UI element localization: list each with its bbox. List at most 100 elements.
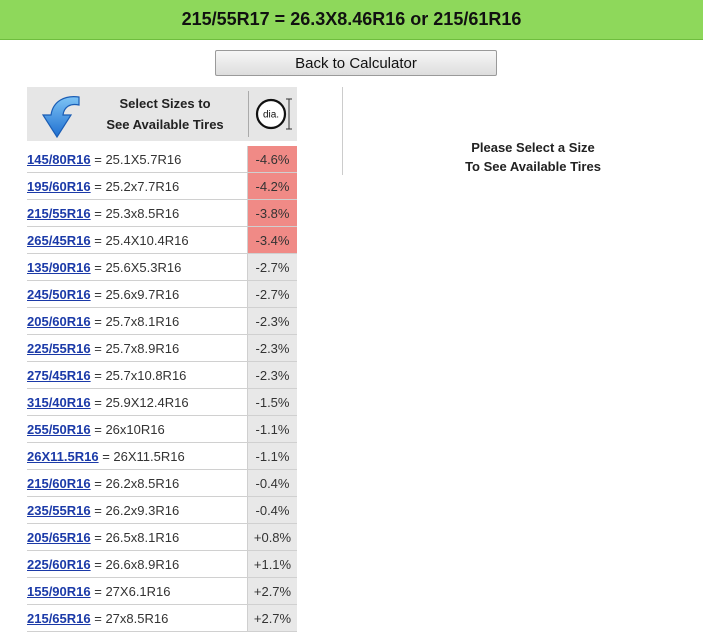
size-dimensions: = 25.6x9.7R16 — [94, 286, 180, 302]
table-row[interactable]: 205/65R16 = 26.5x8.1R16 +0.8% — [27, 523, 297, 551]
page-title-bar: 215/55R17 = 26.3X8.46R16 or 215/61R16 — [0, 0, 703, 40]
table-row[interactable]: 155/90R16 = 27X6.1R16 +2.7% — [27, 577, 297, 605]
size-cell: 135/90R16 = 25.6X5.3R16 — [27, 253, 248, 281]
table-row[interactable]: 225/60R16 = 26.6x8.9R16 +1.1% — [27, 550, 297, 578]
table-row[interactable]: 275/45R16 = 25.7x10.8R16 -2.3% — [27, 361, 297, 389]
tire-size-link[interactable]: 245/50R16 — [27, 287, 91, 302]
back-to-calculator-button[interactable]: Back to Calculator — [215, 50, 497, 76]
size-dimensions: = 26.2x9.3R16 — [94, 502, 180, 518]
size-cell: 225/60R16 = 26.6x8.9R16 — [27, 550, 248, 578]
size-cell: 205/60R16 = 25.7x8.1R16 — [27, 307, 248, 335]
tire-size-link[interactable]: 315/40R16 — [27, 395, 91, 410]
diameter-difference: -1.1% — [247, 442, 297, 470]
size-cell: 265/45R16 = 25.4X10.4R16 — [27, 226, 248, 254]
size-dimensions: = 25.7x10.8R16 — [94, 367, 187, 383]
size-dimensions: = 25.2x7.7R16 — [94, 178, 180, 194]
size-cell: 215/55R16 = 25.3x8.5R16 — [27, 199, 248, 227]
diameter-difference: -2.3% — [247, 307, 297, 335]
size-dimensions: = 26x10R16 — [94, 421, 165, 437]
tire-size-link[interactable]: 145/80R16 — [27, 152, 91, 167]
size-cell: 215/65R16 = 27x8.5R16 — [27, 604, 248, 632]
diameter-difference: -3.8% — [247, 199, 297, 227]
table-row[interactable]: 235/55R16 = 26.2x9.3R16 -0.4% — [27, 496, 297, 524]
table-row[interactable]: 135/90R16 = 25.6X5.3R16 -2.7% — [27, 253, 297, 281]
table-row[interactable]: 215/65R16 = 27x8.5R16 +2.7% — [27, 604, 297, 632]
header-line-1: Select Sizes to — [119, 96, 211, 111]
size-cell: 255/50R16 = 26x10R16 — [27, 415, 248, 443]
tire-size-link[interactable]: 225/55R16 — [27, 341, 91, 356]
size-cell: 275/45R16 = 25.7x10.8R16 — [27, 361, 248, 389]
diameter-difference: -2.3% — [247, 361, 297, 389]
diameter-difference: -2.3% — [247, 334, 297, 362]
size-dimensions: = 25.1X5.7R16 — [94, 151, 182, 167]
size-dimensions: = 26.2x8.5R16 — [94, 475, 180, 491]
tire-size-table: 145/80R16 = 25.1X5.7R16 -4.6% 195/60R16 = … — [27, 146, 297, 632]
size-cell: 26X11.5R16 = 26X11.5R16 — [27, 442, 248, 470]
table-row[interactable]: 265/45R16 = 25.4X10.4R16 -3.4% — [27, 226, 297, 254]
size-cell: 155/90R16 = 27X6.1R16 — [27, 577, 248, 605]
diameter-difference: -4.2% — [247, 172, 297, 200]
size-cell: 315/40R16 = 25.9X12.4R16 — [27, 388, 248, 416]
diameter-difference: +2.7% — [247, 577, 297, 605]
table-row[interactable]: 315/40R16 = 25.9X12.4R16 -1.5% — [27, 388, 297, 416]
diameter-difference: -4.6% — [247, 146, 297, 173]
tire-size-link[interactable]: 215/60R16 — [27, 476, 91, 491]
panel-divider — [342, 87, 343, 175]
tire-size-link[interactable]: 225/60R16 — [27, 557, 91, 572]
table-row[interactable]: 225/55R16 = 25.7x8.9R16 -2.3% — [27, 334, 297, 362]
select-sizes-title: Select Sizes to See Available Tires — [91, 93, 239, 135]
tire-size-link[interactable]: 215/65R16 — [27, 611, 91, 626]
header-divider — [248, 91, 249, 137]
size-dimensions: = 25.6X5.3R16 — [94, 259, 182, 275]
tire-size-link[interactable]: 255/50R16 — [27, 422, 91, 437]
size-list-header: Select Sizes to See Available Tires dia. — [27, 87, 297, 141]
table-row[interactable]: 245/50R16 = 25.6x9.7R16 -2.7% — [27, 280, 297, 308]
table-row[interactable]: 215/60R16 = 26.2x8.5R16 -0.4% — [27, 469, 297, 497]
size-dimensions: = 25.7x8.1R16 — [94, 313, 180, 329]
diameter-difference: -1.5% — [247, 388, 297, 416]
tire-size-link[interactable]: 265/45R16 — [27, 233, 91, 248]
size-cell: 145/80R16 = 25.1X5.7R16 — [27, 146, 248, 173]
size-cell: 205/65R16 = 26.5x8.1R16 — [27, 523, 248, 551]
diameter-difference: -2.7% — [247, 280, 297, 308]
tire-size-link[interactable]: 215/55R16 — [27, 206, 91, 221]
size-dimensions: = 25.7x8.9R16 — [94, 340, 180, 356]
size-cell: 195/60R16 = 25.2x7.7R16 — [27, 172, 248, 200]
size-dimensions: = 25.4X10.4R16 — [94, 232, 189, 248]
tire-size-link[interactable]: 26X11.5R16 — [27, 449, 99, 464]
diameter-difference: -0.4% — [247, 496, 297, 524]
diameter-difference: -1.1% — [247, 415, 297, 443]
tire-size-link[interactable]: 205/60R16 — [27, 314, 91, 329]
tire-size-link[interactable]: 135/90R16 — [27, 260, 91, 275]
diameter-difference: +2.7% — [247, 604, 297, 632]
select-size-message: Please Select a Size To See Available Ti… — [443, 138, 623, 176]
size-dimensions: = 27X6.1R16 — [94, 583, 171, 599]
size-cell: 225/55R16 = 25.7x8.9R16 — [27, 334, 248, 362]
table-row[interactable]: 255/50R16 = 26x10R16 -1.1% — [27, 415, 297, 443]
table-row[interactable]: 195/60R16 = 25.2x7.7R16 -4.2% — [27, 172, 297, 200]
size-dimensions: = 26.6x8.9R16 — [94, 556, 180, 572]
header-line-2: See Available Tires — [106, 117, 224, 132]
size-cell: 215/60R16 = 26.2x8.5R16 — [27, 469, 248, 497]
tire-size-link[interactable]: 195/60R16 — [27, 179, 91, 194]
tire-size-link[interactable]: 235/55R16 — [27, 503, 91, 518]
size-dimensions: = 27x8.5R16 — [94, 610, 169, 626]
curved-arrow-down-icon — [41, 96, 80, 139]
size-cell: 245/50R16 = 25.6x9.7R16 — [27, 280, 248, 308]
diameter-icon[interactable]: dia. — [255, 96, 293, 132]
table-row[interactable]: 145/80R16 = 25.1X5.7R16 -4.6% — [27, 146, 297, 173]
page-title: 215/55R17 = 26.3X8.46R16 or 215/61R16 — [181, 9, 522, 29]
size-dimensions: = 26X11.5R16 — [102, 448, 185, 464]
dia-label: dia. — [263, 110, 279, 121]
table-row[interactable]: 215/55R16 = 25.3x8.5R16 -3.8% — [27, 199, 297, 227]
message-line-1: Please Select a Size — [471, 140, 595, 155]
tire-size-link[interactable]: 155/90R16 — [27, 584, 91, 599]
message-line-2: To See Available Tires — [465, 159, 601, 174]
tire-size-link[interactable]: 205/65R16 — [27, 530, 91, 545]
table-row[interactable]: 26X11.5R16 = 26X11.5R16 -1.1% — [27, 442, 297, 470]
tire-size-link[interactable]: 275/45R16 — [27, 368, 91, 383]
size-dimensions: = 26.5x8.1R16 — [94, 529, 180, 545]
table-row[interactable]: 205/60R16 = 25.7x8.1R16 -2.3% — [27, 307, 297, 335]
diameter-difference: -0.4% — [247, 469, 297, 497]
size-dimensions: = 25.9X12.4R16 — [94, 394, 189, 410]
